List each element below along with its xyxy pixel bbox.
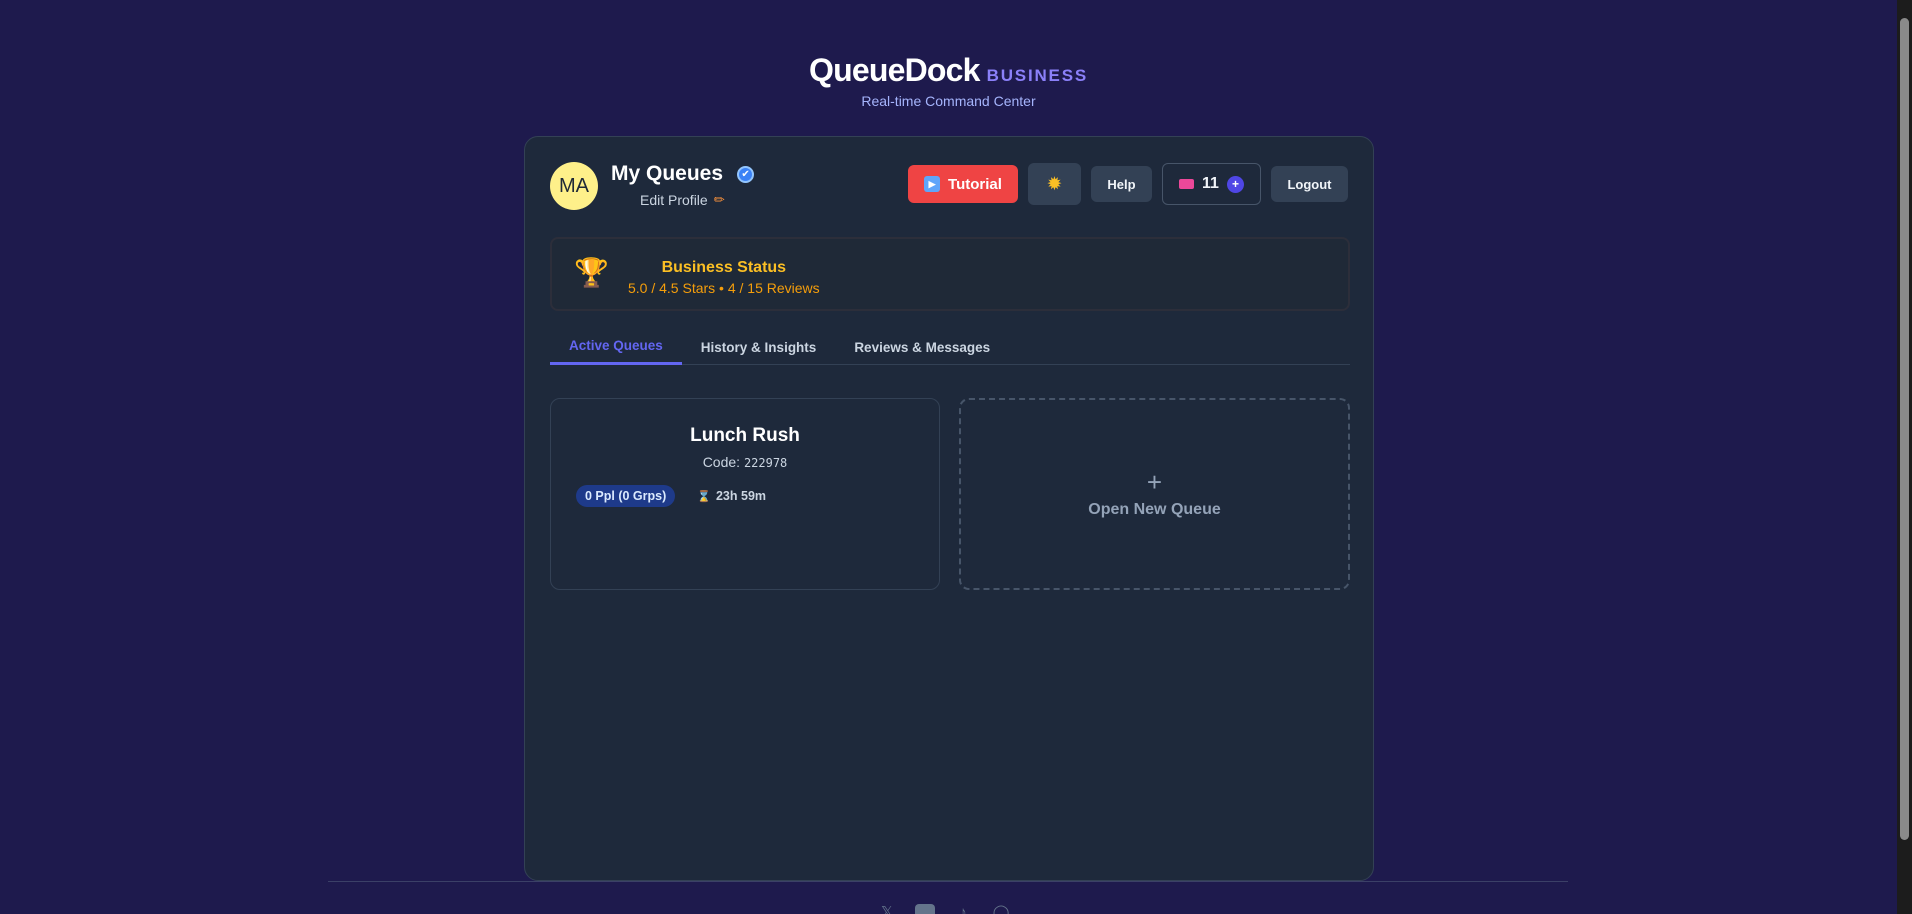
queue-meta: 0 Ppl (0 Grps) ⌛ 23h 59m bbox=[576, 485, 766, 507]
tab-active-queues[interactable]: Active Queues bbox=[550, 329, 682, 365]
tab-bar: Active Queues History & Insights Reviews… bbox=[550, 329, 1350, 365]
sun-icon: ✹ bbox=[1047, 176, 1062, 193]
credits-count: 11 bbox=[1202, 175, 1219, 192]
add-credits-icon: + bbox=[1226, 175, 1244, 193]
business-status-panel: 🏆 Business Status 5.0 / 4.5 Stars • 4 / … bbox=[550, 237, 1350, 311]
app-viewport: QueueDock BUSINESS Real-time Command Cen… bbox=[0, 0, 1912, 914]
tab-history-insights[interactable]: History & Insights bbox=[682, 329, 836, 365]
brand-subtitle: Real-time Command Center bbox=[861, 93, 1036, 109]
brand-name: QueueDock bbox=[809, 52, 980, 88]
tiktok-icon[interactable]: ♪ bbox=[953, 903, 973, 914]
help-button[interactable]: Help bbox=[1091, 166, 1152, 202]
logout-button[interactable]: Logout bbox=[1271, 166, 1348, 202]
avatar[interactable]: MA bbox=[550, 162, 598, 210]
hourglass-icon: ⌛ bbox=[697, 490, 711, 503]
status-title: Business Status bbox=[661, 259, 787, 276]
queue-card[interactable]: Lunch Rush Code: 222978 0 Ppl (0 Grps) ⌛… bbox=[550, 398, 940, 590]
scrollbar-thumb[interactable] bbox=[1900, 18, 1909, 840]
queue-code-value: 222978 bbox=[743, 456, 788, 470]
x-icon[interactable]: 𝕏 bbox=[877, 903, 897, 914]
page-title: My Queues bbox=[611, 162, 724, 185]
youtube-icon[interactable] bbox=[915, 903, 935, 914]
brand-header: QueueDock BUSINESS Real-time Command Cen… bbox=[0, 52, 1897, 109]
instagram-icon[interactable]: ◯ bbox=[991, 903, 1011, 914]
edit-profile-label: Edit Profile bbox=[640, 192, 708, 208]
people-count-badge: 0 Ppl (0 Grps) bbox=[576, 485, 676, 507]
plus-icon: + bbox=[1146, 467, 1163, 497]
edit-profile-link[interactable]: Edit Profile ✏ bbox=[640, 192, 754, 208]
credits-button[interactable]: 11 + bbox=[1162, 163, 1261, 205]
ticket-icon bbox=[1179, 179, 1195, 189]
pencil-icon: ✏ bbox=[713, 192, 725, 207]
status-text: Business Status 5.0 / 4.5 Stars • 4 / 15… bbox=[628, 259, 820, 296]
queue-time-left: 23h 59m bbox=[715, 489, 767, 503]
dashboard-card: MA My Queues ✔ Edit Profile ✏ ▶ Tutorial… bbox=[524, 136, 1374, 881]
open-new-queue-button[interactable]: + Open New Queue bbox=[959, 398, 1350, 590]
trophy-icon: 🏆 bbox=[574, 257, 609, 288]
queue-code: Code: 222978 bbox=[551, 454, 939, 470]
queue-code-label: Code: bbox=[702, 454, 741, 470]
status-summary: 5.0 / 4.5 Stars • 4 / 15 Reviews bbox=[628, 280, 820, 296]
page-scrollbar[interactable] bbox=[1897, 0, 1912, 914]
verified-badge-icon: ✔ bbox=[737, 165, 755, 183]
open-new-queue-label: Open New Queue bbox=[1088, 501, 1221, 518]
queue-name: Lunch Rush bbox=[690, 425, 800, 446]
theme-toggle-button[interactable]: ✹ bbox=[1028, 163, 1081, 205]
brand-tag: BUSINESS bbox=[986, 66, 1088, 85]
profile-block: My Queues ✔ Edit Profile ✏ bbox=[611, 162, 755, 208]
header-actions: ▶ Tutorial ✹ Help 11 + Logout bbox=[908, 163, 1348, 205]
footer-divider bbox=[328, 881, 1568, 882]
tutorial-label: Tutorial bbox=[948, 175, 1002, 193]
title-row: My Queues ✔ bbox=[611, 162, 755, 186]
tutorial-button[interactable]: ▶ Tutorial bbox=[908, 165, 1018, 203]
tab-reviews-messages[interactable]: Reviews & Messages bbox=[835, 329, 1009, 365]
play-icon: ▶ bbox=[924, 176, 941, 192]
queue-timer: ⌛ 23h 59m bbox=[697, 489, 766, 503]
social-links: 𝕏 ♪ ◯ bbox=[877, 903, 1011, 914]
brand-line: QueueDock BUSINESS bbox=[809, 52, 1088, 89]
dashboard-header: MA My Queues ✔ Edit Profile ✏ ▶ Tutorial… bbox=[550, 162, 1348, 210]
